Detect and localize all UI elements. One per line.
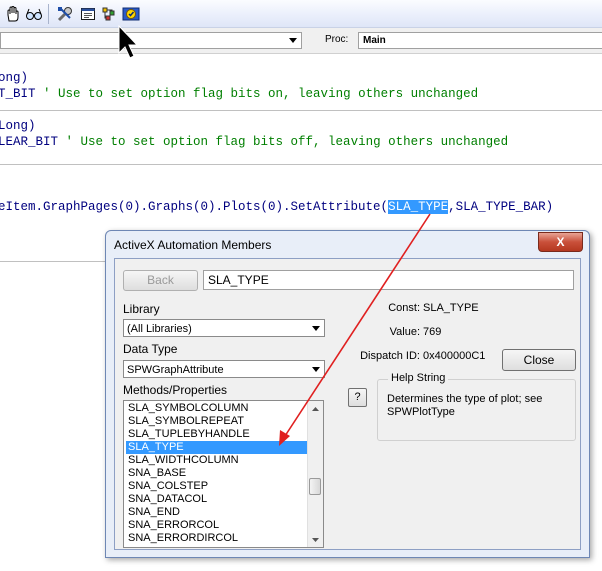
proc-label: Proc: xyxy=(325,34,349,45)
list-item[interactable]: SNA_DATACOL xyxy=(126,493,309,506)
list-item[interactable]: SLA_SYMBOLCOLUMN xyxy=(126,402,309,415)
vertical-scrollbar[interactable] xyxy=(307,401,323,547)
help-string-group: Help String Determines the type of plot;… xyxy=(377,372,576,441)
code-line-5[interactable]: eItem.GraphPages(0).Graphs(0).Plots(0).S… xyxy=(0,199,553,215)
code-comment: ' Use to set option flag bits off, leavi… xyxy=(58,135,509,149)
dispatch-id-value: 0x400000C1 xyxy=(423,350,486,362)
code-text: T_BIT xyxy=(0,87,36,101)
object-browser-icon[interactable] xyxy=(100,5,118,23)
procedure-divider xyxy=(0,110,602,111)
list-item[interactable]: SNA_ERRORDIRCOL xyxy=(126,532,309,545)
close-button[interactable]: Close xyxy=(502,349,576,371)
library-combobox[interactable]: (All Libraries) xyxy=(123,319,325,337)
library-value: (All Libraries) xyxy=(127,323,192,335)
datatype-label: Data Type xyxy=(123,342,178,356)
dialog-title: ActiveX Automation Members xyxy=(114,238,272,252)
dialog-body: Back SLA_TYPE Library (All Libraries) Da… xyxy=(114,258,581,550)
help-button[interactable]: ? xyxy=(348,388,367,407)
code-text: eItem.GraphPages(0).Graphs(0).Plots(0).S… xyxy=(0,200,389,214)
chevron-down-icon[interactable] xyxy=(308,362,323,376)
list-item[interactable]: SNA_BASE xyxy=(126,467,309,480)
chevron-down-icon[interactable] xyxy=(308,321,323,335)
procedure-bar: Proc: Main xyxy=(0,28,602,54)
toolbar-separator xyxy=(48,4,49,24)
activex-members-dialog: ActiveX Automation Members X Back SLA_TY… xyxy=(105,230,590,558)
datatype-combobox[interactable]: SPWGraphAttribute xyxy=(123,360,325,378)
code-text: ong) xyxy=(0,71,29,85)
value-value: 769 xyxy=(423,326,442,338)
code-text: ,SLA_TYPE_BAR) xyxy=(448,200,554,214)
help-string-title: Help String xyxy=(388,372,449,384)
hand-icon[interactable] xyxy=(4,5,22,23)
list-item[interactable]: SLA_WIDTHCOLUMN xyxy=(126,454,309,467)
members-listbox[interactable]: SLA_SYMBOLCOLUMN SLA_SYMBOLREPEAT SLA_TU… xyxy=(123,400,324,548)
value-label: Value: xyxy=(389,326,420,338)
scroll-down-icon[interactable] xyxy=(308,532,323,547)
list-item[interactable]: SLA_TUPLEBYHANDLE xyxy=(126,428,309,441)
methods-label: Methods/Properties xyxy=(123,383,228,397)
scroll-thumb[interactable] xyxy=(309,478,321,495)
selected-code-text: SLA_TYPE xyxy=(388,200,449,214)
list-item[interactable]: SNA_ERRORCOL xyxy=(126,519,309,532)
procedure-divider xyxy=(0,164,602,165)
const-label: Const: xyxy=(388,302,420,314)
code-line-4[interactable]: LEAR_BIT ' Use to set option flag bits o… xyxy=(0,134,508,150)
help-string-text: Determines the type of plot; see SPWPlot… xyxy=(387,393,543,418)
toolbar xyxy=(0,0,602,28)
back-button[interactable]: Back xyxy=(123,270,198,291)
tools-icon[interactable] xyxy=(56,5,74,23)
module-icon[interactable] xyxy=(79,5,97,23)
glasses-icon[interactable] xyxy=(25,5,43,23)
scroll-up-icon[interactable] xyxy=(308,401,323,416)
member-name-field[interactable]: SLA_TYPE xyxy=(203,270,574,290)
procedure-divider xyxy=(0,261,106,262)
list-item-selected[interactable]: SLA_TYPE xyxy=(126,441,309,454)
library-label: Library xyxy=(123,302,160,316)
code-text: LEAR_BIT xyxy=(0,135,59,149)
list-item[interactable]: SLA_SYMBOLREPEAT xyxy=(126,415,309,428)
code-line-1[interactable]: ong) xyxy=(0,70,28,86)
const-value: SLA_TYPE xyxy=(423,302,479,314)
chevron-down-icon[interactable] xyxy=(285,34,300,47)
object-combobox[interactable] xyxy=(0,32,302,49)
code-text: Long) xyxy=(0,119,36,133)
dispatch-id-label: Dispatch ID: xyxy=(360,350,420,362)
activex-members-icon[interactable] xyxy=(122,5,140,23)
close-icon[interactable]: X xyxy=(538,232,583,252)
code-comment: ' Use to set option flag bits on, leavin… xyxy=(35,87,479,101)
list-item[interactable]: SNA_COLSTEP xyxy=(126,480,309,493)
list-item[interactable]: SNA_END xyxy=(126,506,309,519)
proc-combobox[interactable]: Main xyxy=(358,32,602,49)
code-line-2[interactable]: T_BIT ' Use to set option flag bits on, … xyxy=(0,86,478,102)
datatype-value: SPWGraphAttribute xyxy=(127,364,224,376)
code-line-3[interactable]: Long) xyxy=(0,118,36,134)
